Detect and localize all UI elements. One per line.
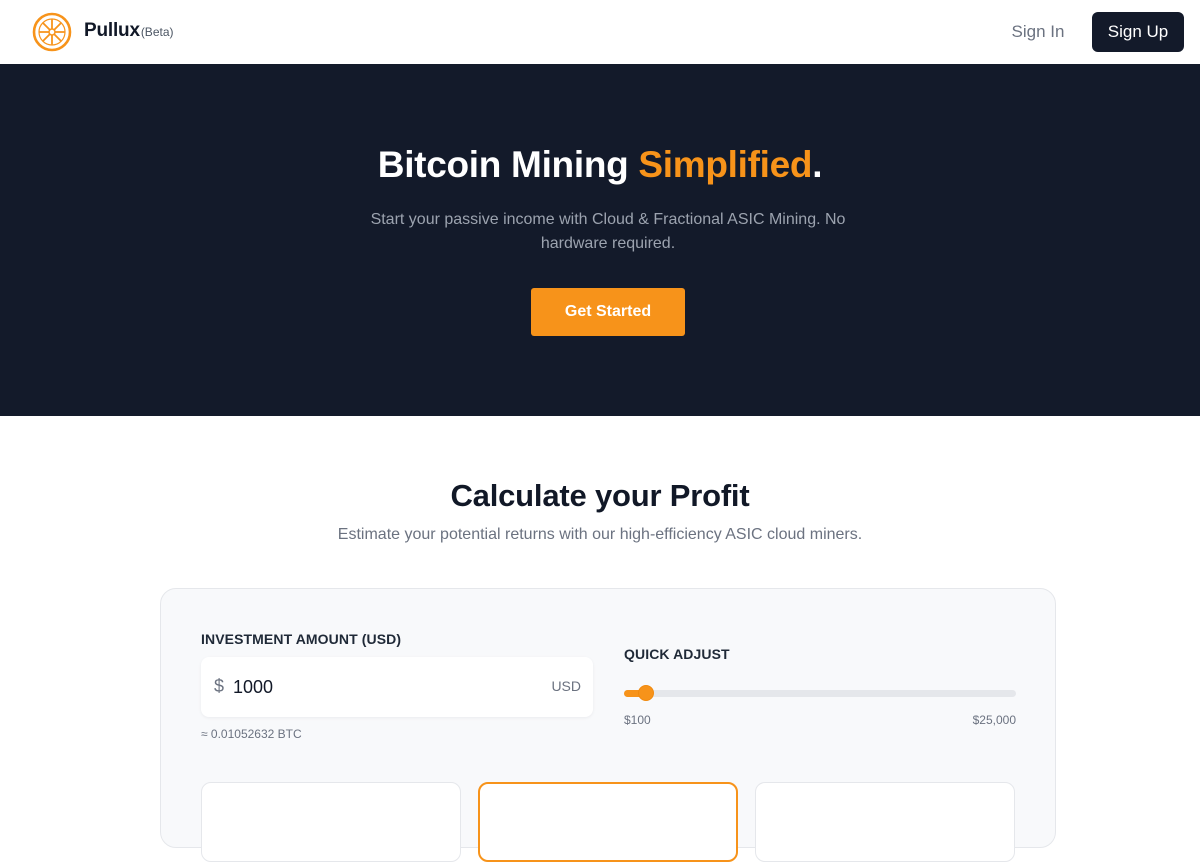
get-started-button[interactable]: Get Started [531,288,685,336]
slider-min-label: $100 [624,713,651,727]
btc-equivalent: ≈ 0.01052632 BTC [201,727,302,741]
slider-thumb[interactable] [638,685,654,701]
investment-amount-input[interactable] [233,671,513,703]
brand-name: Pullux [84,20,140,41]
hero-title-end: . [812,144,823,185]
hero-title-main: Bitcoin Mining [377,144,629,185]
top-navbar: Pullux (Beta) Sign In Sign Up [0,0,1200,64]
plan-card[interactable] [755,782,1015,862]
calculator-subtitle: Estimate your potential returns with our… [337,526,863,543]
currency-unit: USD [551,678,581,694]
plan-card-selected[interactable] [478,782,738,862]
dollar-sign: $ [214,676,225,696]
quick-adjust-label: QUICK ADJUST [624,646,730,662]
hero-title: Bitcoin Mining Simplified. [0,144,1200,186]
investment-amount-label: INVESTMENT AMOUNT (USD) [201,631,402,647]
plan-card[interactable] [201,782,461,862]
sign-up-button[interactable]: Sign Up [1092,12,1184,52]
hero-subtitle: Start your passive income with Cloud & F… [370,211,846,252]
calculator-card: INVESTMENT AMOUNT (USD) $ USD ≈ 0.010526… [160,588,1056,862]
pullux-logo-icon[interactable] [32,12,72,52]
beta-badge: (Beta) [140,25,174,39]
slider-max-label: $25,000 [972,713,1016,727]
sign-in-button[interactable]: Sign In [1000,16,1076,48]
investment-slider[interactable] [624,685,1016,701]
investment-input-box[interactable]: $ USD [201,657,593,717]
calculator-title: Calculate your Profit [450,478,750,513]
hero-title-accent: Simplified [638,144,813,185]
hero-section: Bitcoin Mining Simplified. Start your pa… [0,64,1200,416]
brand[interactable]: Pullux (Beta) [84,20,174,42]
